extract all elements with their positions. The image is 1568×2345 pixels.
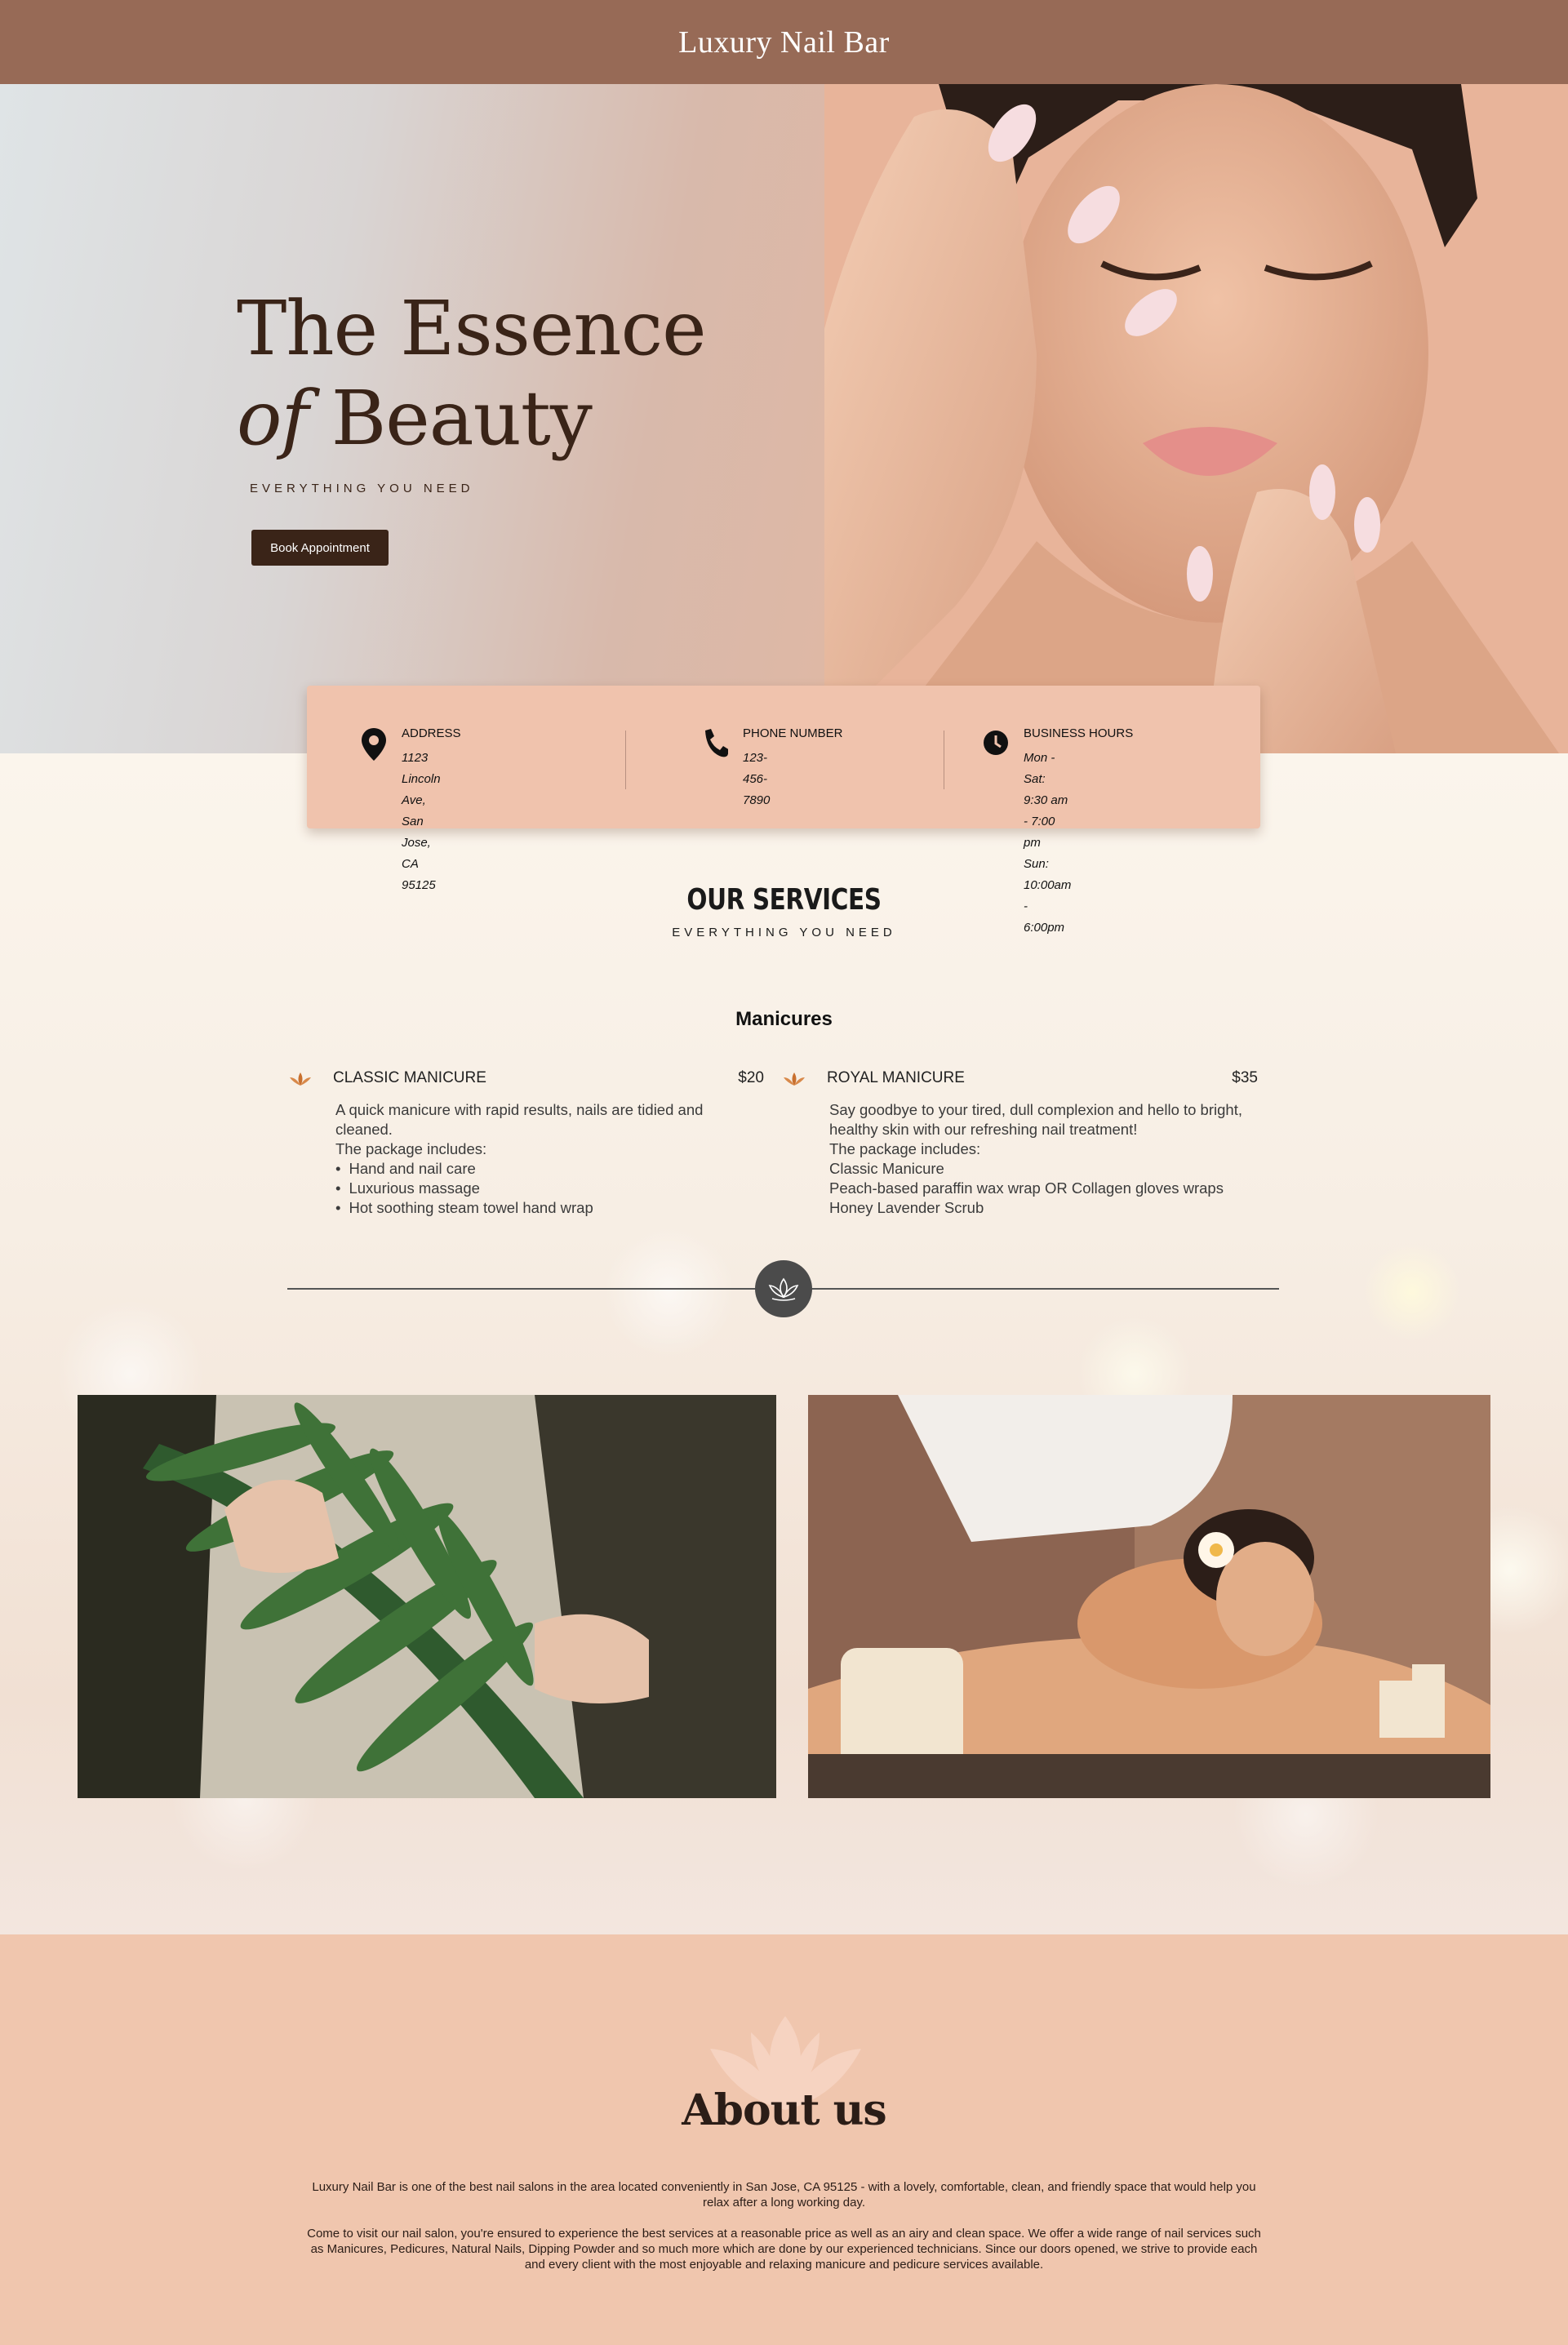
book-appointment-button[interactable]: Book Appointment bbox=[251, 530, 389, 566]
hero-title-beauty: Beauty bbox=[331, 375, 593, 462]
list-item: Peach-based paraffin wax wrap OR Collage… bbox=[829, 1179, 1224, 1197]
list-item: Hot soothing steam towel hand wrap bbox=[335, 1198, 744, 1218]
list-item: Classic Manicure bbox=[829, 1160, 944, 1177]
address-label: ADDRESS bbox=[402, 726, 461, 740]
brand-logo-text[interactable]: Luxury Nail Bar bbox=[678, 24, 890, 60]
address-value[interactable]: 1123 Lincoln Ave, San Jose, CA 95125 bbox=[402, 748, 441, 896]
about-paragraph-2: Come to visit our nail salon, you're ens… bbox=[307, 2227, 1261, 2272]
about-paragraph-1: Luxury Nail Bar is one of the best nail … bbox=[312, 2180, 1256, 2210]
address-line1: 1123 Lincoln Ave, San Jose, bbox=[402, 751, 441, 850]
services-subtitle: EVERYTHING YOU NEED bbox=[672, 926, 896, 939]
phone-icon bbox=[705, 729, 728, 757]
service-intro: Say goodbye to your tired, dull complexi… bbox=[829, 1101, 1242, 1138]
clock-icon bbox=[984, 731, 1008, 755]
hero-title-line2: of Beauty bbox=[237, 374, 706, 464]
service-intro: A quick manicure with rapid results, nai… bbox=[335, 1101, 704, 1138]
hero-section: The Essence of Beauty EVERYTHING YOU NEE… bbox=[0, 84, 1568, 753]
map-pin-icon bbox=[362, 728, 386, 761]
lotus-icon bbox=[290, 1073, 311, 1086]
service-includes-label: The package includes: bbox=[829, 1140, 981, 1157]
divider-badge bbox=[755, 1260, 812, 1317]
about-title: About us bbox=[682, 2085, 886, 2135]
massage-spa-photo bbox=[808, 1395, 1490, 1798]
service-price: $35 bbox=[1232, 1069, 1258, 1086]
service-description: A quick manicure with rapid results, nai… bbox=[335, 1100, 744, 1218]
hero-title: The Essence of Beauty bbox=[237, 284, 707, 464]
lotus-outline-icon bbox=[768, 1277, 799, 1301]
service-description: Say goodbye to your tired, dull complexi… bbox=[829, 1100, 1254, 1218]
hero-tagline: EVERYTHING YOU NEED bbox=[250, 482, 474, 495]
hours-weekdays: Mon - Sat: 9:30 am - 7:00 pm bbox=[1024, 751, 1068, 850]
lotus-icon bbox=[784, 1073, 805, 1086]
phone-label: PHONE NUMBER bbox=[743, 726, 843, 740]
hero-title-of: of bbox=[237, 375, 309, 462]
manicure-leaf-image bbox=[78, 1395, 776, 1798]
service-includes-label: The package includes: bbox=[335, 1140, 487, 1157]
hero-title-line1: The Essence bbox=[237, 285, 707, 372]
list-item: Luxurious massage bbox=[335, 1179, 744, 1198]
top-header: Luxury Nail Bar bbox=[0, 0, 1568, 84]
manicure-leaf-photo bbox=[78, 1395, 776, 1798]
category-title-manicures: Manicures bbox=[735, 1008, 833, 1030]
hours-label: BUSINESS HOURS bbox=[1024, 726, 1134, 740]
service-name: ROYAL MANICURE bbox=[827, 1069, 965, 1086]
service-price: $20 bbox=[738, 1069, 764, 1086]
list-item: Honey Lavender Scrub bbox=[829, 1199, 984, 1216]
service-includes-list: Hand and nail care Luxurious massage Hot… bbox=[335, 1159, 744, 1218]
services-title: OUR SERVICES bbox=[686, 883, 882, 917]
about-section: About us Luxury Nail Bar is one of the b… bbox=[0, 1934, 1568, 2345]
list-item: Hand and nail care bbox=[335, 1159, 744, 1179]
hero-model-photo bbox=[824, 84, 1568, 753]
massage-spa-image bbox=[808, 1395, 1490, 1798]
info-divider bbox=[625, 731, 626, 789]
phone-value[interactable]: 123-456-7890 bbox=[743, 748, 770, 811]
contact-info-card: ADDRESS 1123 Lincoln Ave, San Jose, CA 9… bbox=[307, 686, 1260, 935]
service-name: CLASSIC MANICURE bbox=[333, 1069, 486, 1086]
